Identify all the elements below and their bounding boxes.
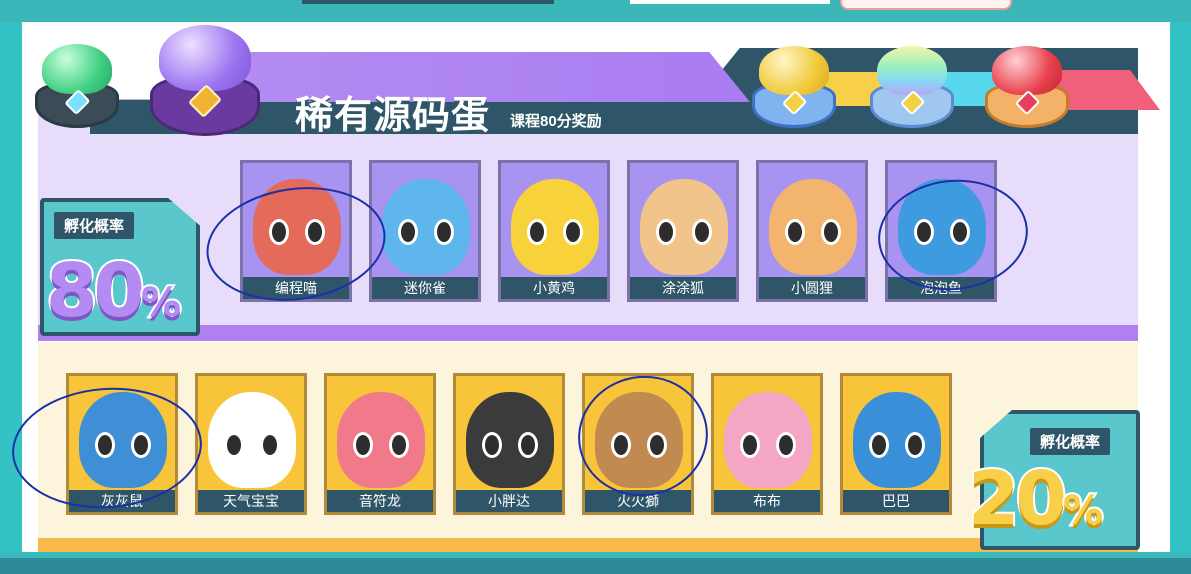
pet-portrait-icon bbox=[337, 392, 425, 488]
top-bar-middle bbox=[630, 0, 830, 4]
pet-portrait-icon bbox=[208, 392, 296, 488]
pet-card[interactable]: 天气宝宝 bbox=[195, 373, 307, 515]
pet-name: 音符龙 bbox=[327, 490, 433, 512]
rare-egg-subtitle: 课程80分奖励 bbox=[510, 113, 602, 130]
top-strip bbox=[0, 0, 1191, 22]
pet-card[interactable]: 布布 bbox=[711, 373, 823, 515]
pet-name: 小胖达 bbox=[456, 490, 562, 512]
pet-portrait-icon bbox=[466, 392, 554, 488]
pet-name: 涂涂狐 bbox=[630, 277, 736, 299]
rate-label: 孵化概率 bbox=[54, 212, 135, 239]
red-egg-icon[interactable] bbox=[985, 42, 1069, 130]
top-bar-right bbox=[840, 0, 1012, 10]
rare-hatch-rate: 孵化概率 80% bbox=[40, 198, 220, 338]
pet-name: 小黄鸡 bbox=[501, 277, 607, 299]
pet-portrait-icon bbox=[853, 392, 941, 488]
pet-portrait-icon bbox=[724, 392, 812, 488]
rate-value: 20% bbox=[966, 454, 1105, 544]
top-bar-left bbox=[302, 0, 554, 4]
pet-name: 迷你雀 bbox=[372, 277, 478, 299]
rate-value: 80% bbox=[44, 246, 183, 336]
pet-name: 巴巴 bbox=[843, 490, 949, 512]
pet-name: 小圆狸 bbox=[759, 277, 865, 299]
common-hatch-rate: 孵化概率 20% bbox=[960, 410, 1140, 552]
pet-card[interactable]: 小胖达 bbox=[453, 373, 565, 515]
pet-portrait-icon bbox=[382, 179, 470, 275]
pet-name: 布布 bbox=[714, 490, 820, 512]
purple-egg-icon[interactable] bbox=[150, 20, 260, 138]
bottom-strip bbox=[0, 552, 1191, 574]
pet-name: 天气宝宝 bbox=[198, 490, 304, 512]
rate-label: 孵化概率 bbox=[1030, 428, 1111, 455]
pet-portrait-icon bbox=[640, 179, 728, 275]
pet-card[interactable]: 涂涂狐 bbox=[627, 160, 739, 302]
pet-card[interactable]: 音符龙 bbox=[324, 373, 436, 515]
pet-card[interactable]: 小黄鸡 bbox=[498, 160, 610, 302]
green-egg-icon[interactable] bbox=[35, 40, 119, 130]
pet-portrait-icon bbox=[769, 179, 857, 275]
rainbow-egg-icon[interactable] bbox=[870, 42, 954, 130]
pet-card[interactable]: 巴巴 bbox=[840, 373, 952, 515]
rare-egg-title: 稀有源码蛋 bbox=[295, 95, 491, 137]
pet-card[interactable]: 迷你雀 bbox=[369, 160, 481, 302]
gold-egg-icon[interactable] bbox=[752, 42, 836, 130]
pet-card[interactable]: 小圆狸 bbox=[756, 160, 868, 302]
pet-portrait-icon bbox=[511, 179, 599, 275]
